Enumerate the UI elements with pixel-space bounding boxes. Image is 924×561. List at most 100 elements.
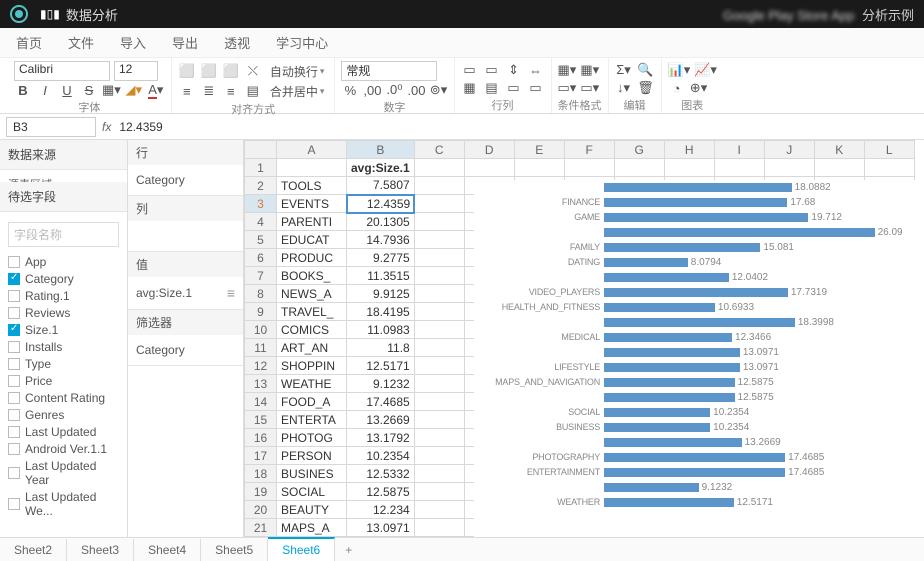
find-icon[interactable]: 🔍: [637, 61, 655, 79]
menu-首页[interactable]: 首页: [16, 33, 42, 52]
field-Installs[interactable]: Installs: [8, 340, 119, 354]
comma-icon[interactable]: ,00: [363, 81, 381, 99]
row-13[interactable]: 13: [245, 375, 277, 393]
bar[interactable]: [604, 468, 785, 477]
cell-A16[interactable]: PHOTOG: [277, 429, 347, 447]
bar[interactable]: [604, 498, 734, 507]
field-Android Ver.1.1[interactable]: Android Ver.1.1: [8, 442, 119, 456]
font-size-select[interactable]: 12: [114, 61, 158, 81]
col-C[interactable]: C: [414, 141, 464, 159]
checkbox-icon[interactable]: [8, 443, 20, 455]
field-Last Updated Year[interactable]: Last Updated Year: [8, 459, 119, 487]
checkbox-icon[interactable]: [8, 290, 20, 302]
row-19[interactable]: 19: [245, 483, 277, 501]
cell-B9[interactable]: 18.4195: [347, 303, 415, 321]
cell-A12[interactable]: SHOPPIN: [277, 357, 347, 375]
freeze-icon[interactable]: ▦: [461, 79, 479, 97]
bar[interactable]: [604, 423, 710, 432]
col-A[interactable]: A: [277, 141, 347, 159]
ungroup-icon[interactable]: ▭: [527, 79, 545, 97]
tab-Sheet5[interactable]: Sheet5: [201, 539, 268, 561]
field-Last Updated We...[interactable]: Last Updated We...: [8, 490, 119, 518]
indent-icon[interactable]: ▤: [244, 82, 262, 100]
cell-A15[interactable]: ENTERTA: [277, 411, 347, 429]
cols-zone[interactable]: [128, 221, 243, 251]
cell-B8[interactable]: 9.9125: [347, 285, 415, 303]
cell-A14[interactable]: FOOD_A: [277, 393, 347, 411]
cell-A20[interactable]: BEAUTY: [277, 501, 347, 519]
delete-icon[interactable]: 🗑: [637, 79, 655, 97]
add-sheet-button[interactable]: +: [335, 539, 362, 561]
field-Reviews[interactable]: Reviews: [8, 306, 119, 320]
cell-B11[interactable]: 11.8: [347, 339, 415, 357]
field-Rating.1[interactable]: Rating.1: [8, 289, 119, 303]
cell-A2[interactable]: TOOLS: [277, 177, 347, 195]
cell-B17[interactable]: 10.2354: [347, 447, 415, 465]
cell-A9[interactable]: TRAVEL_: [277, 303, 347, 321]
field-search-input[interactable]: 字段名称: [8, 222, 119, 247]
row-16[interactable]: 16: [245, 429, 277, 447]
cell-A10[interactable]: COMICS: [277, 321, 347, 339]
decrease-decimal-icon[interactable]: .0⁰: [385, 81, 403, 99]
sum-icon[interactable]: Σ▾: [615, 61, 633, 79]
wrap-text-button[interactable]: 自动换行▾: [266, 61, 329, 81]
row-11[interactable]: 11: [245, 339, 277, 357]
checkbox-icon[interactable]: [8, 273, 20, 285]
checkbox-icon[interactable]: [8, 392, 20, 404]
col-H[interactable]: H: [664, 141, 714, 159]
bar[interactable]: [604, 438, 742, 447]
cell-A4[interactable]: PARENTI: [277, 213, 347, 231]
row-9[interactable]: 9: [245, 303, 277, 321]
row-height-icon[interactable]: ⇕: [505, 61, 523, 79]
table-style-icon[interactable]: ▦▾: [580, 61, 599, 79]
bar[interactable]: [604, 288, 788, 297]
cell-A13[interactable]: WEATHE: [277, 375, 347, 393]
cell-style-icon[interactable]: ▭▾: [558, 79, 577, 97]
bar-chart-icon[interactable]: 📊▾: [668, 61, 691, 79]
number-format-select[interactable]: 常规: [341, 61, 437, 81]
cell-B2[interactable]: 7.5807: [347, 177, 415, 195]
cell-B14[interactable]: 17.4685: [347, 393, 415, 411]
row-1[interactable]: 1: [245, 159, 277, 177]
cell-A6[interactable]: PRODUC: [277, 249, 347, 267]
bar[interactable]: [604, 228, 875, 237]
bar[interactable]: [604, 273, 729, 282]
increase-decimal-icon[interactable]: .00: [407, 81, 425, 99]
cell-B16[interactable]: 13.1792: [347, 429, 415, 447]
bar[interactable]: [604, 393, 735, 402]
menu-文件[interactable]: 文件: [68, 33, 94, 52]
align-left-icon[interactable]: ≡: [178, 82, 196, 100]
filter-zone-item[interactable]: Category: [136, 343, 235, 357]
merge-button[interactable]: 合并居中▾: [266, 81, 329, 101]
spreadsheet-grid[interactable]: ABCDEFGHIJKL1avg:Size.12TOOLS7.58073EVEN…: [244, 140, 924, 537]
checkbox-icon[interactable]: [8, 375, 20, 387]
cell-A17[interactable]: PERSON: [277, 447, 347, 465]
row-8[interactable]: 8: [245, 285, 277, 303]
col-I[interactable]: I: [714, 141, 764, 159]
values-zone-item[interactable]: avg:Size.1≡: [136, 285, 235, 301]
row-4[interactable]: 4: [245, 213, 277, 231]
menu-icon[interactable]: ≡: [227, 285, 235, 301]
col-L[interactable]: L: [864, 141, 914, 159]
checkbox-icon[interactable]: [8, 341, 20, 353]
menu-学习中心[interactable]: 学习中心: [276, 33, 328, 52]
row-18[interactable]: 18: [245, 465, 277, 483]
bar[interactable]: [604, 183, 792, 192]
cell-B5[interactable]: 14.7936: [347, 231, 415, 249]
row-14[interactable]: 14: [245, 393, 277, 411]
row-2[interactable]: 2: [245, 177, 277, 195]
checkbox-icon[interactable]: [8, 426, 20, 438]
cell-B15[interactable]: 13.2669: [347, 411, 415, 429]
tab-Sheet4[interactable]: Sheet4: [134, 539, 201, 561]
cell-B20[interactable]: 12.234: [347, 501, 415, 519]
col-K[interactable]: K: [814, 141, 864, 159]
rows-zone-item[interactable]: Category: [136, 173, 235, 187]
hide-icon[interactable]: ▤: [483, 79, 501, 97]
fill-color-button[interactable]: ◢▾: [125, 81, 143, 99]
currency-icon[interactable]: ⊚▾: [430, 81, 448, 99]
formula-value[interactable]: 12.4359: [119, 120, 162, 134]
field-Last Updated[interactable]: Last Updated: [8, 425, 119, 439]
cell-A11[interactable]: ART_AN: [277, 339, 347, 357]
checkbox-icon[interactable]: [8, 324, 20, 336]
font-name-select[interactable]: Calibri: [14, 61, 110, 81]
